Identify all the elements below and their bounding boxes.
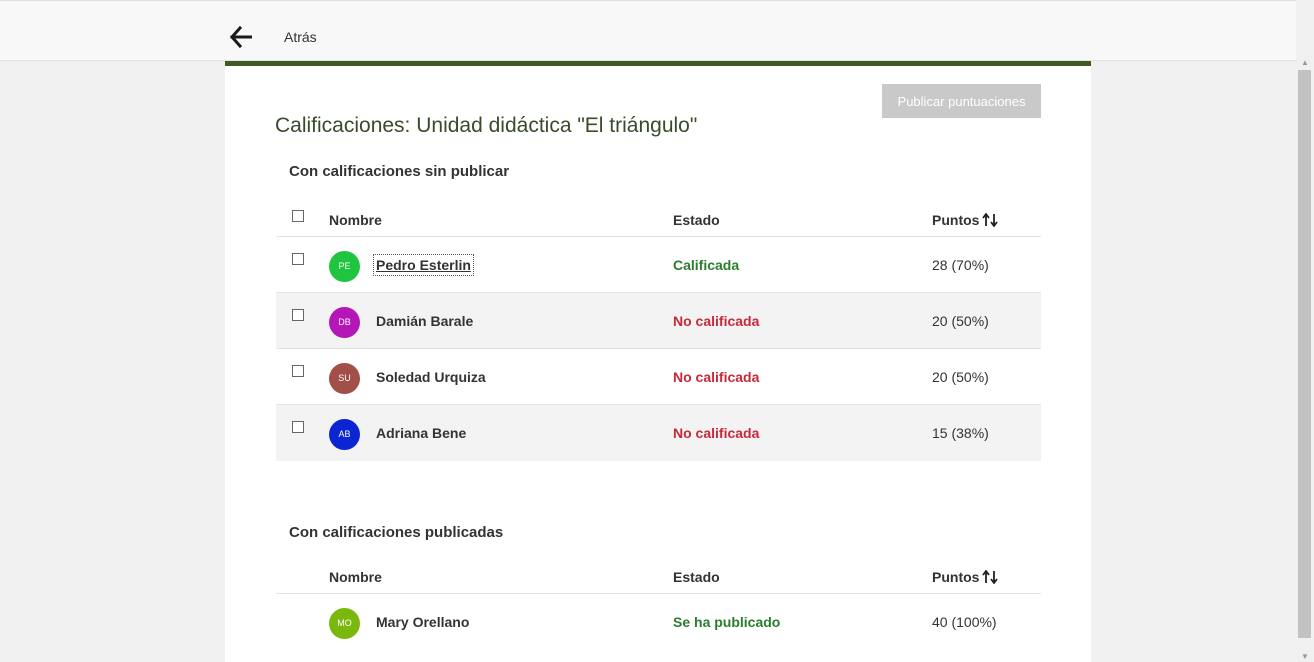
row-checkbox[interactable] xyxy=(292,365,304,377)
avatar: AB xyxy=(329,419,360,450)
page-title: Calificaciones: Unidad didáctica "El tri… xyxy=(275,114,698,137)
top-bar: Atrás xyxy=(0,0,1296,61)
grades-panel: Publicar puntuaciones Calificaciones: Un… xyxy=(225,61,1091,662)
points-value: 20 (50%) xyxy=(932,313,989,329)
unpublished-table: Nombre Estado Puntos PE Pedro Esterlin C… xyxy=(276,202,1041,461)
row-checkbox[interactable] xyxy=(292,421,304,433)
unpublished-section-title: Con calificaciones sin publicar xyxy=(289,163,510,180)
column-name-header[interactable]: Nombre xyxy=(329,212,382,228)
table-row[interactable]: DB Damián Barale No calificada 20 (50%) xyxy=(276,293,1041,349)
avatar: DB xyxy=(329,307,360,338)
vertical-scrollbar[interactable]: ▲ ▼ xyxy=(1296,58,1314,662)
table-header: Nombre Estado Puntos xyxy=(276,202,1041,237)
student-name[interactable]: Soledad Urquiza xyxy=(376,369,486,385)
table-row[interactable]: SU Soledad Urquiza No calificada 20 (50%… xyxy=(276,349,1041,405)
row-checkbox[interactable] xyxy=(292,253,304,265)
column-points-label: Puntos xyxy=(932,569,980,585)
column-points-header[interactable]: Puntos xyxy=(932,212,999,228)
sort-arrows-icon[interactable] xyxy=(982,213,999,227)
table-row[interactable]: AB Adriana Bene No calificada 15 (38%) xyxy=(276,405,1041,461)
status-text: No calificada xyxy=(673,425,760,441)
avatar: PE xyxy=(329,251,360,282)
row-checkbox[interactable] xyxy=(292,309,304,321)
points-value: 40 (100%) xyxy=(932,614,997,630)
table-header: Nombre Estado Puntos xyxy=(276,559,1041,594)
back-label[interactable]: Atrás xyxy=(284,29,317,45)
status-text: Se ha publicado xyxy=(673,614,781,630)
points-value: 28 (70%) xyxy=(932,257,989,273)
arrow-left-icon xyxy=(229,25,253,49)
sort-arrows-icon[interactable] xyxy=(982,570,999,584)
student-name[interactable]: Mary Orellano xyxy=(376,614,469,630)
status-text: No calificada xyxy=(673,313,760,329)
points-value: 20 (50%) xyxy=(932,369,989,385)
select-all-checkbox[interactable] xyxy=(292,210,304,222)
student-name[interactable]: Pedro Esterlin xyxy=(373,254,474,276)
status-text: No calificada xyxy=(673,369,760,385)
status-text: Calificada xyxy=(673,257,740,273)
published-table: Nombre Estado Puntos MO Mary Orellano Se… xyxy=(276,559,1041,650)
student-name[interactable]: Adriana Bene xyxy=(376,425,466,441)
points-value: 15 (38%) xyxy=(932,425,989,441)
column-state-header[interactable]: Estado xyxy=(673,569,720,585)
column-state-header[interactable]: Estado xyxy=(673,212,720,228)
student-name[interactable]: Damián Barale xyxy=(376,313,473,329)
publish-scores-button[interactable]: Publicar puntuaciones xyxy=(882,84,1041,118)
scroll-up-icon[interactable]: ▲ xyxy=(1300,58,1310,68)
table-row[interactable]: PE Pedro Esterlin Calificada 28 (70%) xyxy=(276,237,1041,293)
scroll-down-icon[interactable]: ▼ xyxy=(1300,652,1310,662)
scroll-thumb[interactable] xyxy=(1298,70,1311,638)
published-section-title: Con calificaciones publicadas xyxy=(289,524,504,541)
column-name-header[interactable]: Nombre xyxy=(329,569,382,585)
column-points-label: Puntos xyxy=(932,212,980,228)
back-button[interactable] xyxy=(229,25,253,49)
avatar: MO xyxy=(329,608,360,639)
column-points-header[interactable]: Puntos xyxy=(932,569,999,585)
table-row[interactable]: MO Mary Orellano Se ha publicado 40 (100… xyxy=(276,594,1041,650)
avatar: SU xyxy=(329,363,360,394)
